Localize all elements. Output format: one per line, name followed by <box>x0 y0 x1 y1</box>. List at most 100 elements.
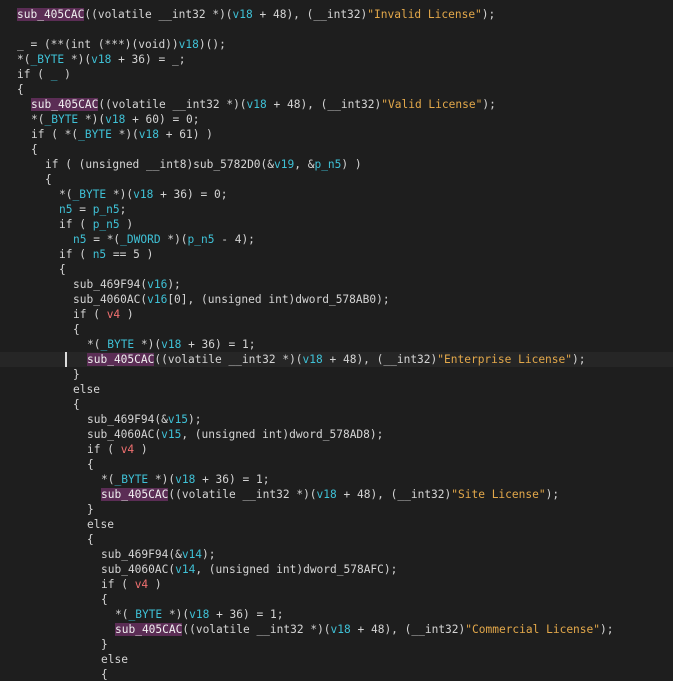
variable-token[interactable]: n5 <box>73 233 86 246</box>
code-line[interactable]: _ = (**(int (***)(void))v18)(); <box>0 37 673 52</box>
code-text[interactable]: [0], (unsigned int)dword_578AB0); <box>167 293 389 306</box>
variable-token[interactable]: v18 <box>105 113 125 126</box>
code-text[interactable]: + 48), (__int32) <box>267 98 382 111</box>
code-text[interactable]: + 36) = 1; <box>209 608 283 621</box>
code-text[interactable]: *)( <box>148 473 175 486</box>
variable-token[interactable]: v18 <box>247 98 267 111</box>
code-text[interactable]: ); <box>572 353 585 366</box>
code-text[interactable]: , & <box>294 158 314 171</box>
code-line[interactable]: else <box>0 382 673 397</box>
code-line[interactable]: { <box>0 397 673 412</box>
code-text[interactable]: if ( <box>59 248 93 261</box>
code-text[interactable]: else <box>87 518 114 531</box>
code-line[interactable]: if ( _ ) <box>0 67 673 82</box>
variable-token[interactable]: _BYTE <box>114 473 148 486</box>
code-line[interactable]: } <box>0 367 673 382</box>
variable-token[interactable]: n5 <box>59 203 72 216</box>
variable-token[interactable]: v18 <box>133 188 153 201</box>
code-line[interactable]: n5 = *(_DWORD *)(p_n5 - 4); <box>0 232 673 247</box>
code-text[interactable]: *)( <box>134 338 161 351</box>
code-text[interactable]: *( <box>59 188 72 201</box>
code-text[interactable]: ) <box>57 68 71 81</box>
code-line[interactable]: if ( v4 ) <box>0 307 673 322</box>
code-line[interactable]: *(_BYTE *)(v18 + 36) = _; <box>0 52 673 67</box>
code-text[interactable]: ) ) <box>341 158 361 171</box>
code-line[interactable] <box>0 22 673 37</box>
variable-token[interactable]: _BYTE <box>128 608 162 621</box>
variable-token[interactable]: v15 <box>161 428 181 441</box>
variable-token[interactable]: _BYTE <box>100 338 134 351</box>
code-line[interactable]: } <box>0 637 673 652</box>
code-text[interactable]: *)( <box>162 608 189 621</box>
code-line[interactable]: sub_469F94(&v15); <box>0 412 673 427</box>
code-line[interactable]: sub_4060AC(v16[0], (unsigned int)dword_5… <box>0 292 673 307</box>
code-line[interactable]: *(_BYTE *)(v18 + 36) = 1; <box>0 472 673 487</box>
code-line[interactable]: else <box>0 652 673 667</box>
variable-token[interactable]: v14 <box>175 563 195 576</box>
code-text[interactable]: ) <box>120 308 134 321</box>
highlighted-variable[interactable]: v4 <box>121 443 134 456</box>
code-text[interactable]: == 5 ) <box>106 248 153 261</box>
variable-token[interactable]: v18 <box>303 353 323 366</box>
code-text[interactable]: + 36) = 1; <box>181 338 255 351</box>
variable-token[interactable]: v19 <box>274 158 294 171</box>
code-text[interactable]: ); <box>167 278 180 291</box>
variable-token[interactable]: v18 <box>91 53 111 66</box>
string-literal[interactable]: "Enterprise License" <box>437 353 572 366</box>
code-line[interactable]: { <box>0 82 673 97</box>
code-text[interactable]: + 36) = 1; <box>195 473 269 486</box>
code-line[interactable]: else <box>0 517 673 532</box>
variable-token[interactable]: _BYTE <box>78 128 112 141</box>
pseudocode-view[interactable]: sub_405CAC((volatile __int32 *)(v18 + 48… <box>0 0 673 681</box>
code-text[interactable]: ); <box>188 413 201 426</box>
variable-token[interactable]: v18 <box>175 473 195 486</box>
variable-token[interactable]: v18 <box>189 608 209 621</box>
variable-token[interactable]: v16 <box>147 278 167 291</box>
code-text[interactable]: } <box>73 368 80 381</box>
function-name[interactable]: sub_405CAC <box>17 8 85 21</box>
code-text[interactable]: } <box>87 503 94 516</box>
variable-token[interactable]: v18 <box>179 38 199 51</box>
code-line[interactable]: *(_BYTE *)(v18 + 36) = 1; <box>0 337 673 352</box>
code-line[interactable]: n5 = p_n5; <box>0 202 673 217</box>
code-line[interactable]: if ( (unsigned __int8)sub_5782D0(&v19, &… <box>0 157 673 172</box>
code-text[interactable]: , (unsigned int)dword_578AD8); <box>181 428 383 441</box>
code-line[interactable]: { <box>0 262 673 277</box>
code-line-current[interactable]: sub_405CAC((volatile __int32 *)(v18 + 48… <box>0 352 673 367</box>
variable-token[interactable]: v18 <box>331 623 351 636</box>
variable-token[interactable]: _DWORD <box>120 233 160 246</box>
code-text[interactable]: ) <box>134 443 148 456</box>
code-text[interactable]: } <box>101 638 108 651</box>
code-text[interactable]: *)( <box>106 188 133 201</box>
code-line[interactable]: } <box>0 502 673 517</box>
code-text[interactable]: ((volatile __int32 *)( <box>84 8 232 21</box>
code-line[interactable]: { <box>0 322 673 337</box>
code-line[interactable]: *(_BYTE *)(v18 + 60) = 0; <box>0 112 673 127</box>
code-text[interactable]: { <box>87 458 94 471</box>
code-text[interactable]: if ( <box>59 218 93 231</box>
code-text[interactable]: { <box>17 83 24 96</box>
code-text[interactable]: if ( <box>87 443 121 456</box>
code-line[interactable]: if ( n5 == 5 ) <box>0 247 673 262</box>
code-text[interactable]: ); <box>202 548 215 561</box>
function-name[interactable]: sub_405CAC <box>101 488 169 501</box>
code-line[interactable]: { <box>0 532 673 547</box>
code-text[interactable]: { <box>31 143 38 156</box>
code-text[interactable]: else <box>73 383 100 396</box>
code-text[interactable]: + 36) = 0; <box>153 188 227 201</box>
highlighted-variable[interactable]: v4 <box>107 308 120 321</box>
code-text[interactable]: = <box>72 203 92 216</box>
code-text[interactable]: *)( <box>161 233 187 246</box>
code-text[interactable]: *( <box>87 338 100 351</box>
code-text[interactable]: *( <box>17 53 30 66</box>
code-line[interactable]: { <box>0 457 673 472</box>
code-line[interactable]: sub_405CAC((volatile __int32 *)(v18 + 48… <box>0 622 673 637</box>
code-text[interactable]: else <box>101 653 128 666</box>
code-text[interactable]: ; <box>120 203 127 216</box>
string-literal[interactable]: "Commercial License" <box>465 623 600 636</box>
code-text[interactable]: if ( (unsigned __int8)sub_5782D0(& <box>45 158 274 171</box>
code-text[interactable]: sub_4060AC( <box>87 428 161 441</box>
variable-token[interactable]: v18 <box>317 488 337 501</box>
code-text[interactable]: { <box>73 398 80 411</box>
variable-token[interactable]: v14 <box>182 548 202 561</box>
